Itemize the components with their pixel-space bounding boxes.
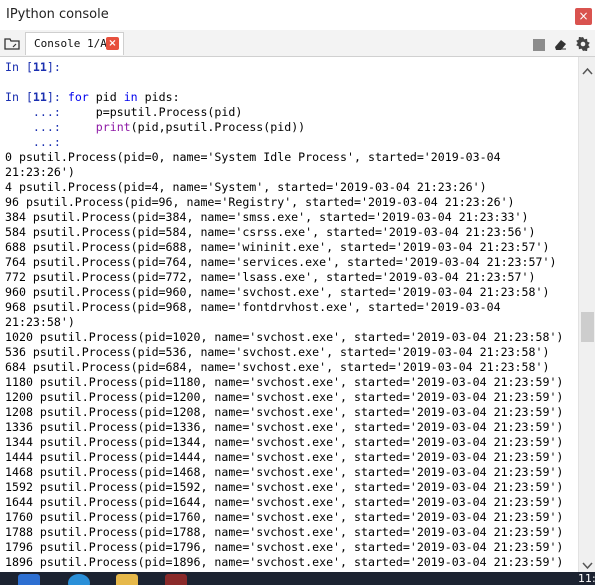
output-line: 1896 psutil.Process(pid=1896, name='svch… [5, 555, 564, 569]
output-line: 1760 psutil.Process(pid=1760, name='svch… [5, 510, 564, 524]
output-line: 1336 psutil.Process(pid=1336, name='svch… [5, 420, 564, 434]
output-line: 21:23:58') [5, 315, 75, 329]
output-line: 1468 psutil.Process(pid=1468, name='svch… [5, 465, 564, 479]
output-line: 0 psutil.Process(pid=0, name='System Idl… [5, 150, 501, 164]
scrollbar-thumb[interactable] [581, 312, 594, 342]
output-line: 684 psutil.Process(pid=684, name='svchos… [5, 360, 550, 374]
output-line: 96 psutil.Process(pid=96, name='Registry… [5, 195, 515, 209]
output-line: 688 psutil.Process(pid=688, name='winini… [5, 240, 550, 254]
output-line: 1796 psutil.Process(pid=1796, name='svch… [5, 540, 564, 554]
prompt-line: In [11]: for pid in pids: [5, 90, 180, 104]
taskbar: 11: [0, 572, 595, 585]
output-line: 772 psutil.Process(pid=772, name='lsass.… [5, 270, 536, 284]
output-line: 21:23:26') [5, 165, 75, 179]
output-line: 1020 psutil.Process(pid=1020, name='svch… [5, 330, 564, 344]
output-line: 384 psutil.Process(pid=384, name='smss.e… [5, 210, 529, 224]
browse-tabs-icon[interactable] [4, 36, 20, 55]
output-line: 1788 psutil.Process(pid=1788, name='svch… [5, 525, 564, 539]
eraser-icon[interactable] [553, 36, 569, 50]
output-line: 536 psutil.Process(pid=536, name='svchos… [5, 345, 550, 359]
output-line: 968 psutil.Process(pid=968, name='fontdr… [5, 300, 501, 314]
options-menu-icon[interactable] [576, 36, 590, 52]
console-output[interactable]: In [11]: In [11]: for pid in pids: ...: … [0, 57, 578, 572]
output-line: 4 psutil.Process(pid=4, name='System', s… [5, 180, 487, 194]
output-line: 1208 psutil.Process(pid=1208, name='svch… [5, 405, 564, 419]
output-line: 764 psutil.Process(pid=764, name='servic… [5, 255, 557, 269]
output-line: 1180 psutil.Process(pid=1180, name='svch… [5, 375, 564, 389]
console-tab-bar: Console 1/A × [0, 30, 595, 57]
console-text: In [11]: In [11]: for pid in pids: ...: … [5, 60, 564, 569]
console-scrollbar[interactable] [578, 57, 595, 572]
spyder-icon[interactable] [165, 574, 187, 585]
tab-close-button[interactable]: × [106, 37, 119, 50]
window-title: IPython console [6, 7, 109, 22]
output-line: 584 psutil.Process(pid=584, name='csrss.… [5, 225, 536, 239]
window-close-button[interactable]: × [575, 8, 592, 25]
output-line: 1200 psutil.Process(pid=1200, name='svch… [5, 390, 564, 404]
scroll-up-icon[interactable] [582, 60, 593, 79]
output-line: 1644 psutil.Process(pid=1644, name='svch… [5, 495, 564, 509]
stop-icon[interactable] [533, 36, 545, 51]
tab-label: Console 1/A [34, 37, 107, 50]
output-line: 1444 psutil.Process(pid=1444, name='svch… [5, 450, 564, 464]
file-manager-icon[interactable] [18, 574, 40, 585]
output-line: 1344 psutil.Process(pid=1344, name='svch… [5, 435, 564, 449]
title-bar: IPython console × [0, 0, 595, 30]
browser-icon[interactable] [68, 574, 90, 585]
tab-console-1a[interactable]: Console 1/A × [25, 32, 124, 55]
output-line: 1592 psutil.Process(pid=1592, name='svch… [5, 480, 564, 494]
clock[interactable]: 11: [578, 572, 595, 585]
prompt-line: In [11]: [5, 60, 61, 74]
output-line: 960 psutil.Process(pid=960, name='svchos… [5, 285, 550, 299]
app-icon[interactable] [116, 574, 138, 585]
